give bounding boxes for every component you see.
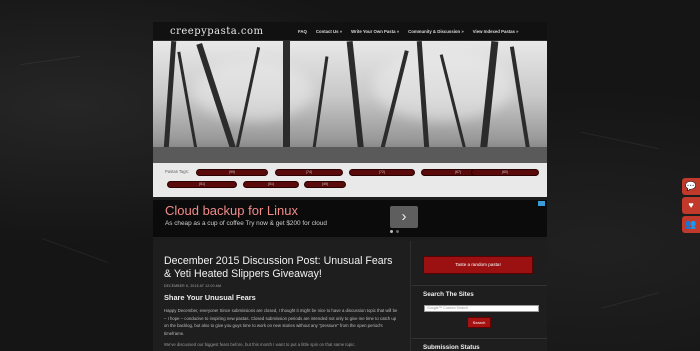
tag-pill[interactable]: (51) (243, 181, 299, 188)
submission-status-heading: Submission Status (423, 344, 480, 351)
ad-title[interactable]: Cloud backup for Linux (165, 203, 298, 218)
nav-view-indexed-pastas[interactable]: View Indexed Pastas » (473, 29, 519, 34)
ad-next-button[interactable]: › (390, 206, 418, 228)
tag-pill[interactable]: (99) (196, 169, 268, 176)
group-icon: 👥 (685, 219, 697, 229)
ad-subtitle: As cheap as a cup of coffee Try now & ge… (165, 220, 327, 227)
sidebar-divider (412, 285, 547, 286)
tag-pill[interactable]: (72) (349, 169, 415, 176)
post-body: Happy December, everyone! Since submissi… (164, 308, 398, 336)
main-nav: FAQ Contact Us » Write Your Own Pasta » … (298, 29, 519, 34)
adchoices-icon[interactable] (538, 201, 545, 206)
pasta-tags-bar: Pastas Tags: (99) (74) (72) (67) (60) (5… (153, 163, 547, 197)
header-banner-image (153, 41, 547, 163)
search-button[interactable]: Search (467, 317, 491, 328)
search-heading: Search The Sites (423, 291, 474, 298)
sidebar-divider (412, 338, 547, 339)
tag-pill[interactable]: (49) (304, 181, 346, 188)
ad-page-dot[interactable] (390, 230, 393, 233)
chevron-right-icon: › (401, 208, 407, 225)
post-title[interactable]: December 2015 Discussion Post: Unusual F… (164, 255, 400, 281)
nav-write-your-own-pasta[interactable]: Write Your Own Pasta » (351, 29, 399, 34)
community-button[interactable]: 👥 (682, 216, 700, 233)
content-area: December 2015 Discussion Post: Unusual F… (153, 241, 547, 351)
post-article: December 2015 Discussion Post: Unusual F… (153, 241, 411, 351)
tag-pill[interactable]: (74) (275, 169, 343, 176)
background-scratch (580, 131, 660, 150)
nav-contact-us[interactable]: Contact Us » (316, 29, 342, 34)
post-subheading: Share Your Unusual Fears (164, 293, 256, 302)
heart-icon: ♥ (688, 200, 694, 210)
search-input[interactable]: Google™ Custom Search (424, 305, 539, 312)
nav-faq[interactable]: FAQ (298, 29, 307, 34)
ad-page-dot[interactable] (396, 230, 399, 233)
tags-label: Pastas Tags: (165, 169, 189, 174)
tag-pill[interactable]: (51) (167, 181, 237, 188)
background-scratch (600, 292, 660, 309)
sidebar: Taste a random pasta! Search The Sites G… (412, 241, 547, 351)
chat-button[interactable]: 💬 (682, 178, 700, 195)
tag-pill[interactable]: (60) (471, 169, 539, 176)
background-scratch (20, 55, 80, 66)
ad-banner[interactable]: Cloud backup for Linux As cheap as a cup… (153, 200, 547, 237)
ad-pagination (390, 230, 399, 233)
background-scratch (41, 238, 109, 263)
favorite-button[interactable]: ♥ (682, 197, 700, 214)
nav-community-discussion[interactable]: Community & Discussion » (408, 29, 464, 34)
post-body-continued: We've discussed our biggest fears before… (164, 342, 356, 348)
chat-icon: 💬 (685, 181, 697, 191)
site-logo[interactable]: creepypasta.com (170, 26, 298, 37)
random-pasta-button[interactable]: Taste a random pasta! (423, 256, 533, 274)
site-header: creepypasta.com FAQ Contact Us » Write Y… (153, 22, 547, 41)
post-date: DECEMBER 6, 2015 AT 12:00 AM (164, 284, 222, 288)
